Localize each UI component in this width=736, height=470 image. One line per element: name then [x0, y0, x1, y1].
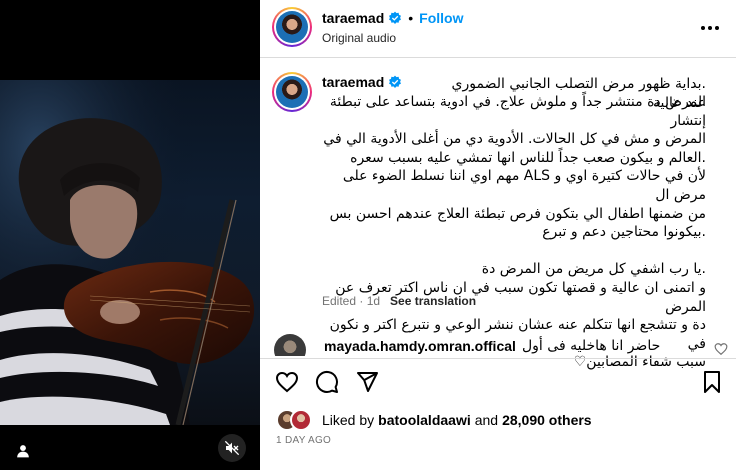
caption-username[interactable]: taraemad	[322, 74, 384, 90]
comment-button[interactable]	[313, 368, 341, 396]
post-media[interactable]	[0, 0, 260, 470]
video-frame[interactable]	[0, 80, 260, 425]
save-button[interactable]	[698, 368, 726, 396]
like-button[interactable]	[273, 368, 301, 396]
speaker-muted-icon	[224, 440, 240, 456]
comment-text: حاضر انا هاخليه فى أول	[522, 338, 661, 354]
see-translation-link[interactable]: See translation	[390, 294, 476, 308]
person-tag-icon	[17, 445, 29, 458]
likes-count[interactable]: 28,090 others	[502, 412, 592, 428]
liker-avatars[interactable]	[276, 409, 316, 431]
author-avatar[interactable]	[272, 7, 312, 47]
post-side-panel: taraemad • Follow Original audio taraema…	[260, 0, 736, 470]
liked-by-user[interactable]: batoolaldaawi	[378, 412, 471, 428]
verified-badge-icon	[389, 11, 402, 24]
audio-link[interactable]: Original audio	[322, 31, 396, 45]
caption-meta: Edited · 1d See translation	[322, 294, 476, 308]
post-actions: Liked by batoolaldaawi and 28,090 others…	[260, 358, 736, 470]
liker-avatar	[290, 409, 312, 431]
violinist-illustration	[0, 80, 260, 425]
more-options-button[interactable]	[698, 16, 722, 40]
edited-timestamp: Edited · 1d	[322, 294, 381, 308]
caption-username-wrap: taraemad	[322, 74, 402, 90]
verified-badge-icon	[389, 75, 402, 88]
post-header: taraemad • Follow Original audio	[260, 0, 736, 58]
author-username[interactable]: taraemad	[322, 10, 384, 26]
comment-heart-icon[interactable]	[714, 342, 728, 356]
caption-author-avatar[interactable]	[272, 72, 312, 112]
commenter-avatar[interactable]	[274, 334, 306, 356]
caption-body: taraemad .بداية ظهور مرض التصلب الجانبي …	[322, 74, 706, 370]
more-horizontal-icon	[701, 26, 719, 30]
commenter-username[interactable]: mayada.hamdy.omran.offical	[324, 338, 516, 354]
follow-button[interactable]: Follow	[419, 10, 463, 26]
user-tag-button[interactable]	[10, 438, 36, 464]
likes-summary: Liked by batoolaldaawi and 28,090 others	[276, 409, 596, 431]
paper-plane-icon	[357, 372, 378, 392]
liked-by-and: and	[474, 412, 499, 428]
bookmark-icon	[704, 371, 720, 393]
share-button[interactable]	[353, 368, 381, 396]
liked-by-prefix: Liked by	[322, 412, 375, 428]
comment-bubble-icon	[315, 370, 338, 393]
mute-button[interactable]	[218, 434, 246, 462]
post-date[interactable]: 1 DAY AGO	[276, 435, 331, 446]
post-caption: taraemad .بداية ظهور مرض التصلب الجانبي …	[260, 58, 736, 370]
author-info: taraemad • Follow	[322, 10, 464, 26]
separator-dot: •	[408, 10, 414, 26]
comment-item: mayada.hamdy.omran.offical حاضر انا هاخل…	[260, 326, 736, 356]
heart-icon	[275, 371, 299, 393]
